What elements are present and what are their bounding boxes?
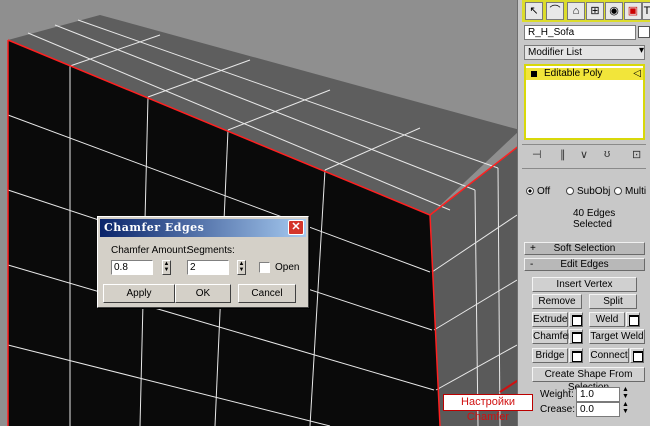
radio-off[interactable]: Off — [526, 186, 550, 197]
configure-modifier-sets-icon[interactable]: ⊡ — [632, 148, 641, 161]
ok-button[interactable]: OK — [175, 284, 231, 303]
expand-icon[interactable] — [531, 71, 537, 77]
hierarchy-icon[interactable]: ⊞ — [586, 2, 604, 20]
open-checkbox[interactable] — [259, 262, 270, 273]
weight-spinner[interactable]: ▲ ▼ — [622, 386, 629, 400]
split-button[interactable]: Split — [589, 294, 637, 309]
remove-modifier-icon[interactable]: ʊ — [604, 148, 610, 160]
chevron-down-icon[interactable]: ▾ — [639, 45, 644, 56]
modifier-stack[interactable]: Editable Poly ◁ — [524, 64, 645, 140]
weld-settings-icon[interactable] — [626, 312, 640, 327]
create-icon[interactable]: ⌒ — [546, 2, 564, 20]
command-panel: ↖ ⌒ ⌂ ⊞ ◉ ▣ T R_H_Sofa Modifier List ▾ E… — [517, 0, 650, 426]
pin-icon[interactable]: ◁ — [633, 68, 641, 80]
target-weld-button[interactable]: Target Weld — [589, 329, 645, 344]
display-icon[interactable]: ▣ — [624, 2, 642, 20]
crease-spinner[interactable]: ▲ ▼ — [622, 401, 629, 415]
utilities-icon[interactable]: T — [642, 2, 650, 20]
annotation-callout: Настройки Chamfer — [443, 394, 533, 423]
divider — [522, 168, 646, 169]
weight-input[interactable]: 1.0 — [576, 387, 620, 402]
connect-button[interactable]: Connect — [589, 348, 629, 363]
dialog-title: Chamfer Edges — [104, 221, 205, 234]
segments-input[interactable]: 2 — [187, 260, 229, 275]
apply-button[interactable]: Apply — [103, 284, 175, 303]
sofa-mesh[interactable] — [0, 0, 517, 426]
chamfer-amount-label: Chamfer Amount: — [111, 245, 189, 256]
3d-viewport[interactable]: Chamfer Edges ✕ Chamfer Amount: 0.8 ▲ ▼ S… — [0, 0, 517, 426]
pin-stack-icon[interactable]: ⊣ — [532, 148, 542, 161]
chamfer-amount-spinner[interactable]: ▲ ▼ — [162, 260, 171, 275]
open-label: Open — [275, 262, 300, 273]
insert-vertex-button[interactable]: Insert Vertex — [532, 277, 637, 292]
stack-item-label: Editable Poly — [544, 68, 603, 79]
modify-icon[interactable]: ⌂ — [567, 2, 585, 20]
stack-item-editable-poly[interactable]: Editable Poly ◁ — [526, 68, 643, 80]
dialog-titlebar[interactable]: Chamfer Edges ✕ — [100, 219, 306, 237]
cancel-button[interactable]: Cancel — [238, 284, 296, 303]
segments-label: Segments: — [187, 245, 235, 256]
divider — [522, 144, 646, 145]
weight-label: Weight: — [540, 389, 574, 400]
soft-selection-rollout[interactable]: + Soft Selection — [524, 242, 645, 255]
make-unique-icon[interactable]: ∨ — [580, 148, 588, 161]
extrude-button[interactable]: Extrude — [532, 312, 568, 327]
radio-subobj[interactable]: SubObj — [566, 186, 610, 197]
crease-input[interactable]: 0.0 — [576, 402, 620, 417]
object-color-swatch[interactable] — [638, 26, 650, 38]
extrude-settings-icon[interactable] — [569, 312, 583, 327]
panel-tabs: ↖ ⌒ ⌂ ⊞ ◉ ▣ T — [522, 0, 650, 22]
object-name-field[interactable]: R_H_Sofa — [524, 25, 636, 40]
radio-multi[interactable]: Multi — [614, 186, 646, 197]
modifier-list-dropdown[interactable]: Modifier List — [524, 45, 645, 60]
motion-icon[interactable]: ◉ — [605, 2, 623, 20]
select-object-icon[interactable]: ↖ — [525, 2, 543, 20]
edit-edges-rollout[interactable]: - Edit Edges — [524, 258, 645, 271]
chamfer-amount-input[interactable]: 0.8 — [111, 260, 153, 275]
selection-status: 40 Edges Selected — [573, 208, 616, 230]
chamfer-settings-icon[interactable] — [569, 329, 583, 344]
connect-settings-icon[interactable] — [630, 348, 644, 363]
create-shape-button[interactable]: Create Shape From Selection — [532, 367, 645, 393]
chamfer-button[interactable]: Chamfer — [532, 329, 571, 344]
crease-label: Crease: — [540, 404, 576, 415]
bridge-settings-icon[interactable] — [569, 348, 583, 363]
remove-button[interactable]: Remove — [532, 294, 582, 309]
bridge-button[interactable]: Bridge — [532, 348, 568, 363]
close-icon[interactable]: ✕ — [288, 220, 304, 235]
show-end-result-icon[interactable]: ∥ — [560, 148, 566, 161]
segments-spinner[interactable]: ▲ ▼ — [237, 260, 246, 275]
chamfer-edges-dialog: Chamfer Edges ✕ Chamfer Amount: 0.8 ▲ ▼ S… — [97, 216, 309, 308]
weld-button[interactable]: Weld — [589, 312, 625, 327]
